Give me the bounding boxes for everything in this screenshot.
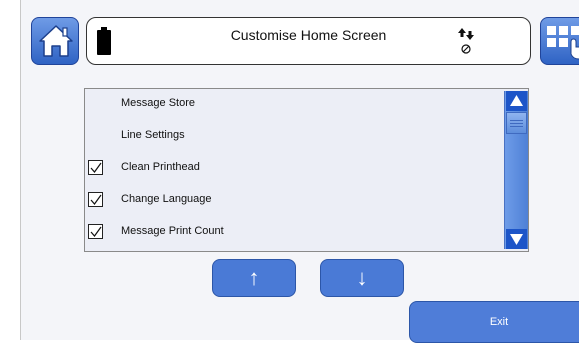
triangle-down-icon <box>510 234 523 245</box>
item-list: Message Store Line Settings Clean Printh… <box>84 88 529 252</box>
triangle-up-icon <box>510 95 523 106</box>
exit-button[interactable]: Exit <box>409 301 579 343</box>
connection-status-icon <box>458 28 474 54</box>
checkbox[interactable] <box>88 160 103 175</box>
list-scrollbar[interactable] <box>504 91 528 249</box>
home-icon <box>39 25 73 57</box>
check-icon <box>90 162 102 173</box>
checkbox[interactable] <box>88 192 103 207</box>
move-down-button[interactable]: ↓ <box>320 259 404 297</box>
list-item[interactable]: Message Print Count <box>85 217 503 249</box>
list-item[interactable]: Line Settings <box>85 121 503 153</box>
scroll-down-button[interactable] <box>506 229 527 249</box>
list-item-label: Line Settings <box>121 129 185 141</box>
list-item[interactable]: Clean Printhead <box>85 153 503 185</box>
checkbox[interactable] <box>88 224 103 239</box>
scroll-thumb[interactable] <box>506 112 527 134</box>
header-bar: Customise Home Screen <box>86 17 531 65</box>
list-item[interactable]: Change Language <box>85 185 503 217</box>
list-item-label: Clean Printhead <box>121 161 200 173</box>
check-icon <box>90 226 102 237</box>
grid-touch-icon <box>547 26 579 60</box>
list-item-label: Message Print Count <box>121 225 224 237</box>
list-item-label: Change Language <box>121 193 212 205</box>
home-button[interactable] <box>31 17 79 65</box>
check-icon <box>90 194 102 205</box>
list-item[interactable]: Message Store <box>85 89 503 121</box>
scroll-up-button[interactable] <box>506 91 527 111</box>
move-up-button[interactable]: ↑ <box>212 259 296 297</box>
list-item-label: Message Store <box>121 97 195 109</box>
grid-touch-button[interactable] <box>540 17 579 65</box>
